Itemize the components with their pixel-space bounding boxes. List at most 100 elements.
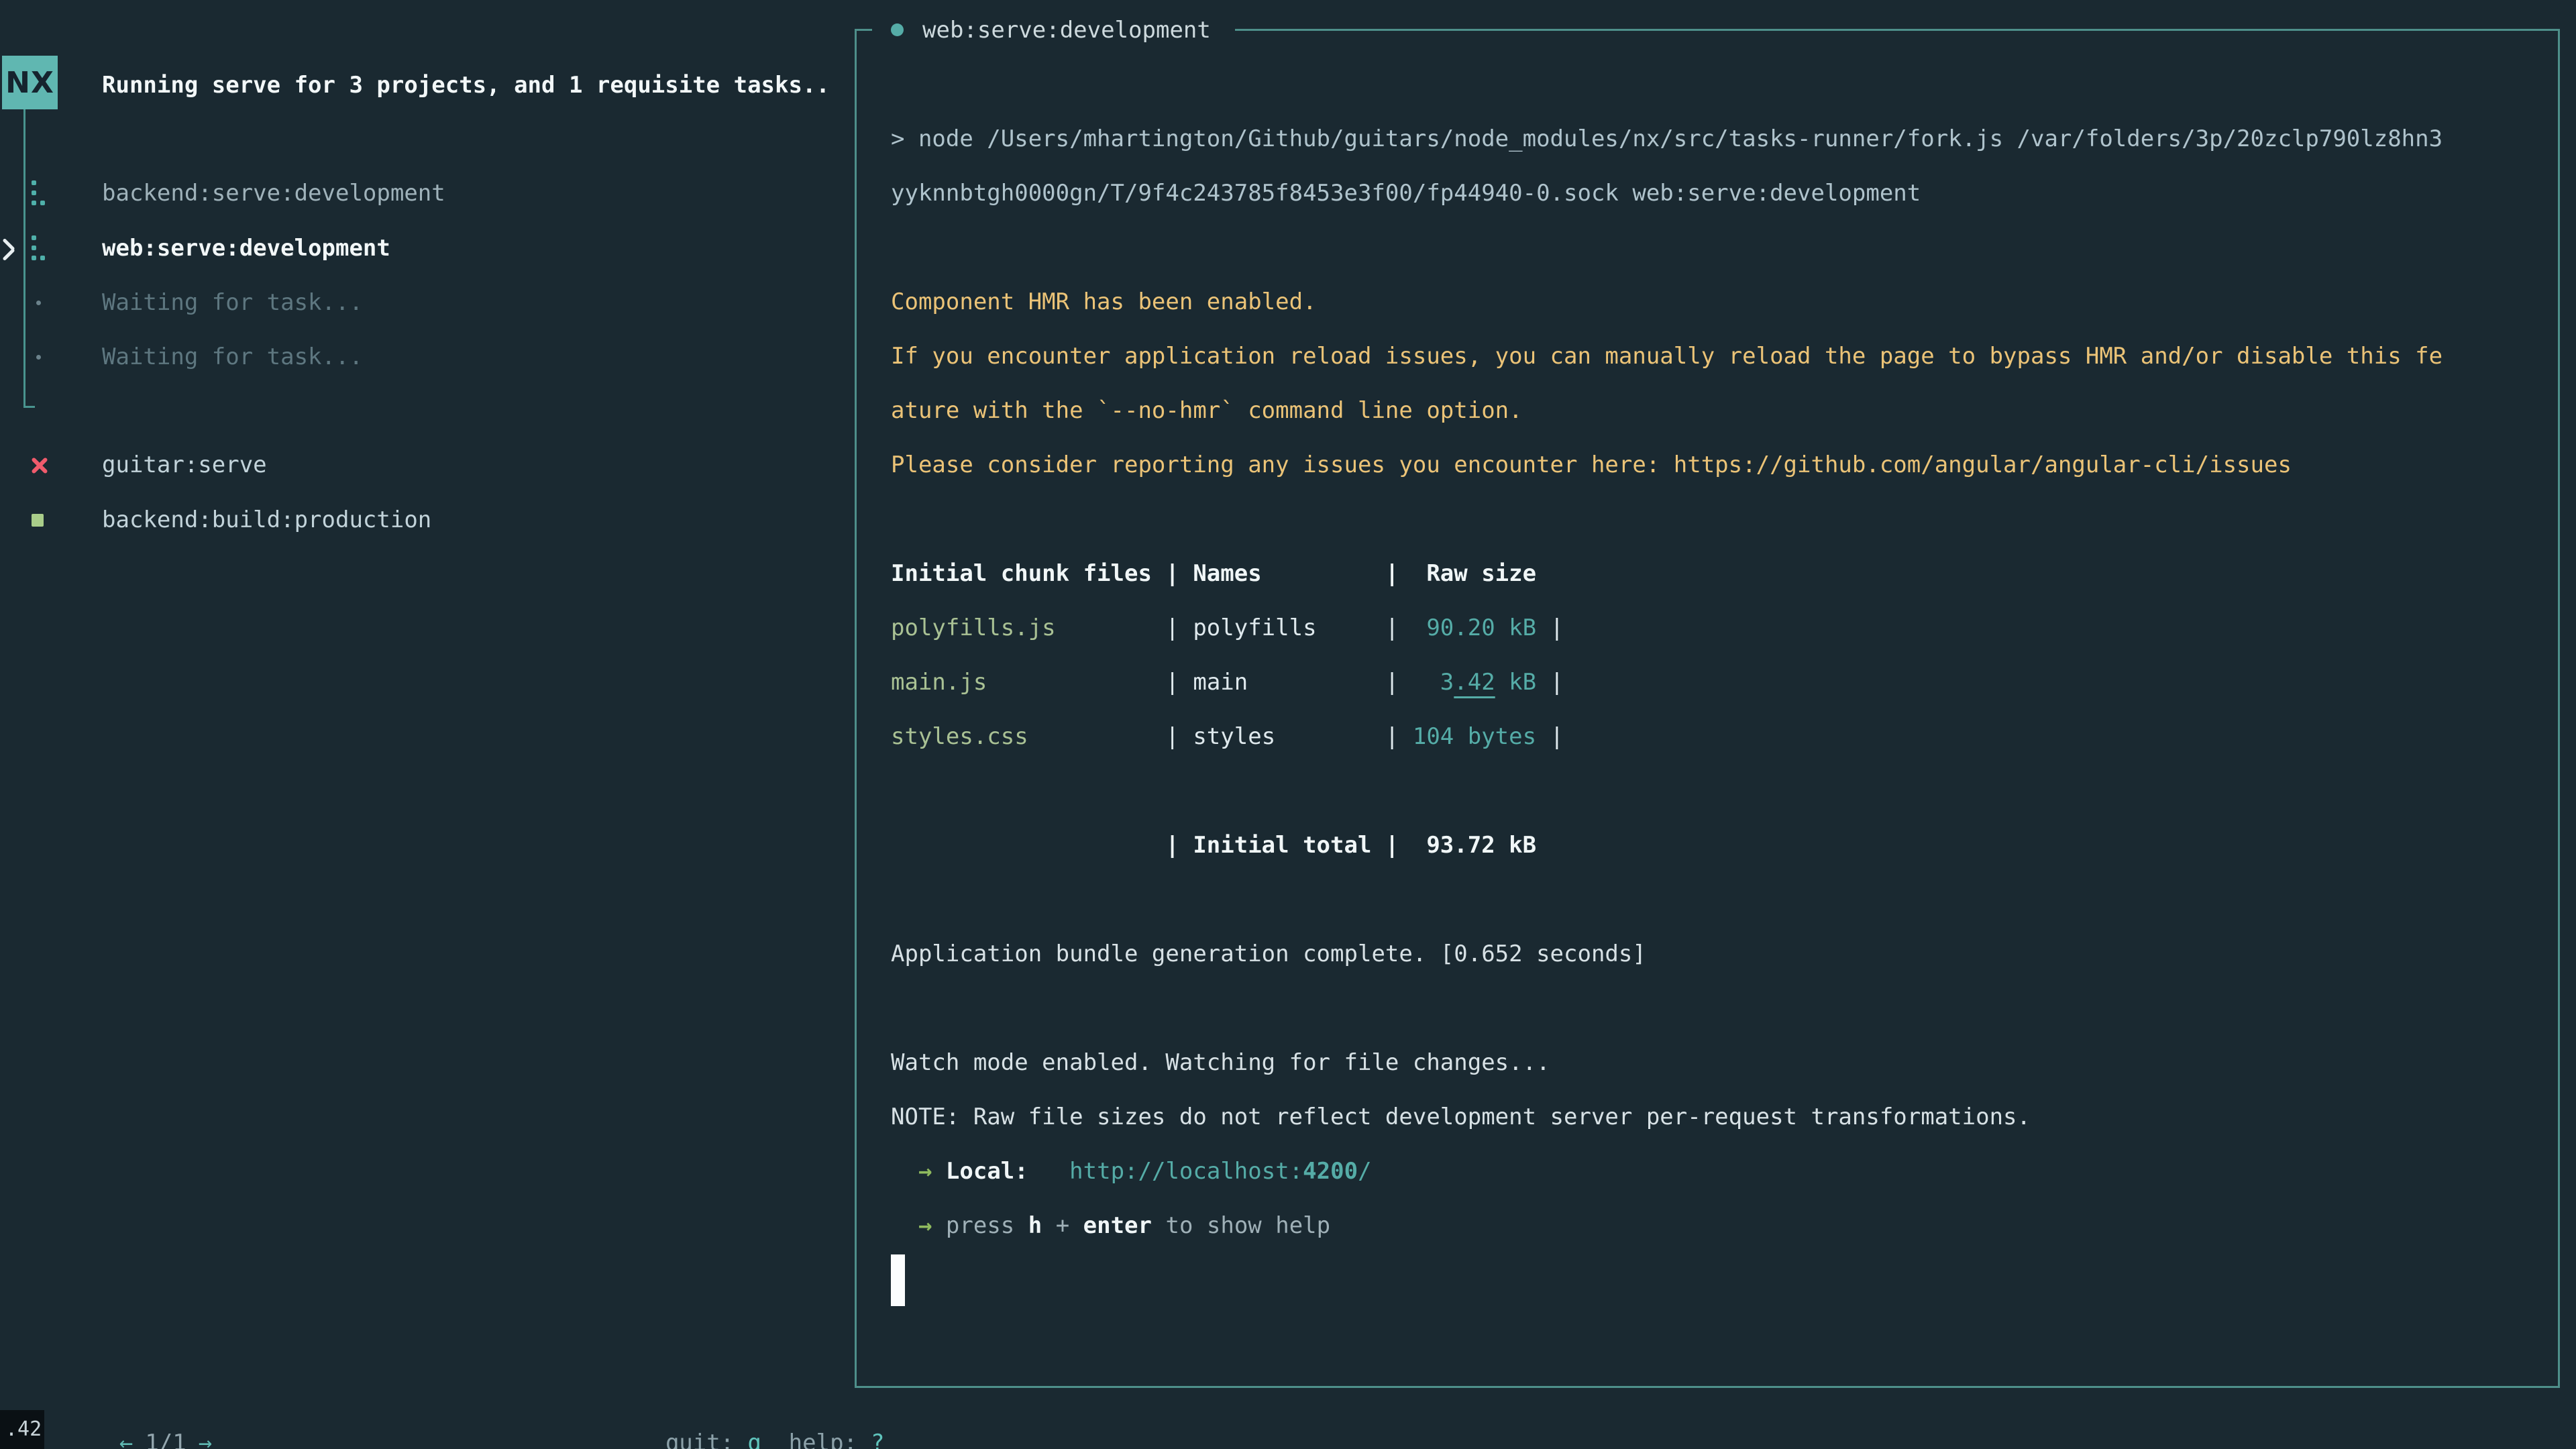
terminal-text: Initial chunk files | Names | Raw size — [891, 560, 1536, 587]
terminal-text: kB — [1495, 669, 1536, 696]
failed-x-icon — [30, 456, 49, 475]
terminal-line: ature with the `--no-hmr` command line o… — [891, 384, 2443, 438]
terminal-text: to show help — [1152, 1212, 1330, 1239]
nx-logo-text: NX — [5, 66, 54, 100]
running-dot-icon — [891, 23, 904, 36]
terminal-line: polyfills.js | polyfills | 90.20 kB | — [891, 601, 2443, 655]
terminal-line: styles.css | styles | 104 bytes | — [891, 710, 2443, 764]
terminal-line: Watch mode enabled. Watching for file ch… — [891, 1036, 2443, 1090]
task-item-guitar-serve[interactable]: guitar:serve — [0, 438, 852, 492]
link-preview-tooltip: .42 — [0, 1410, 44, 1449]
terminal-text: NOTE: Raw file sizes do not reflect deve… — [891, 1104, 2031, 1130]
local-url-link[interactable]: http://localhost: — [1069, 1158, 1303, 1185]
success-square-icon — [32, 514, 44, 527]
local-url-port[interactable]: 4200 — [1303, 1158, 1358, 1185]
terminal-line: Please consider reporting any issues you… — [891, 438, 2443, 492]
spinner-icon — [32, 180, 46, 206]
quit-key: q — [747, 1430, 761, 1449]
terminal-text: > node /Users/mhartington/Github/guitars… — [891, 125, 2443, 152]
terminal-line: > node /Users/mhartington/Github/guitars… — [891, 112, 2443, 166]
pager-next-arrow-icon[interactable]: → — [199, 1430, 212, 1449]
spinner-icon — [32, 235, 46, 261]
help-key: ? — [871, 1430, 884, 1449]
task-label: Waiting for task... — [102, 276, 363, 330]
terminal-text: enter — [1083, 1212, 1152, 1239]
terminal-line: | Initial total | 93.72 kB — [891, 818, 2443, 873]
terminal-text: | main | — [987, 669, 1413, 696]
terminal-line: → press h + enter to show help — [891, 1199, 2443, 1253]
task-label: backend:build:production — [102, 493, 431, 547]
terminal-text: 90.20 kB — [1413, 614, 1536, 641]
terminal-text: Local: — [946, 1158, 1028, 1185]
terminal-text: ature with the `--no-hmr` command line o… — [891, 397, 1523, 424]
terminal-line — [891, 221, 2443, 275]
terminal-text: .42 — [1454, 669, 1495, 696]
local-url-slash[interactable]: / — [1358, 1158, 1371, 1185]
keyboard-hints: quit:qhelp:? — [583, 1362, 885, 1416]
border-stub — [855, 29, 872, 31]
terminal-text: | — [1536, 614, 1564, 641]
terminal-text: 104 bytes — [1413, 723, 1536, 750]
task-item-backend-build[interactable]: backend:build:production — [0, 493, 852, 547]
task-item-waiting-1[interactable]: Waiting for task... — [0, 276, 852, 330]
terminal-line: yyknnbtgh0000gn/T/9f4c243785f8453e3f00/f… — [891, 166, 2443, 221]
terminal-text: | — [1536, 723, 1564, 750]
terminal-text: | polyfills | — [1056, 614, 1413, 641]
terminal-text: | Initial total | 93.72 kB — [891, 832, 1536, 859]
pager-current: 1/1 — [145, 1430, 186, 1449]
terminal-line — [891, 492, 2443, 547]
task-item-web-serve[interactable]: web:serve:development — [0, 221, 852, 276]
sidebar-title: Running serve for 3 projects, and 1 requ… — [102, 58, 830, 113]
task-item-waiting-2[interactable]: Waiting for task... — [0, 330, 852, 384]
terminal-text: press — [932, 1212, 1028, 1239]
terminal-text: + — [1042, 1212, 1083, 1239]
help-arrow-icon: → — [918, 1212, 932, 1239]
terminal-line: If you encounter application reload issu… — [891, 329, 2443, 384]
waiting-dot-icon — [36, 355, 41, 360]
terminal-text: main.js — [891, 669, 987, 696]
terminal-line: Component HMR has been enabled. — [891, 275, 2443, 329]
terminal-line: NOTE: Raw file sizes do not reflect deve… — [891, 1090, 2443, 1144]
task-label: Waiting for task... — [102, 330, 363, 384]
panel-title-bar: web:serve:development — [855, 3, 2560, 57]
local-arrow-icon: → — [918, 1158, 932, 1185]
terminal-text: Component HMR has been enabled. — [891, 288, 1317, 315]
border-line — [1235, 29, 2560, 31]
terminal-text: If you encounter application reload issu… — [891, 343, 2443, 370]
terminal-line: main.js | main | 3.42 kB | — [891, 655, 2443, 710]
terminal-text — [932, 1158, 945, 1185]
terminal-line: Initial chunk files | Names | Raw size — [891, 547, 2443, 601]
terminal-text: | — [1536, 669, 1564, 696]
terminal-text: yyknnbtgh0000gn/T/9f4c243785f8453e3f00/f… — [891, 180, 1921, 207]
task-label: guitar:serve — [102, 438, 267, 492]
terminal-text: Watch mode enabled. Watching for file ch… — [891, 1049, 1550, 1076]
terminal-line: Application bundle generation complete. … — [891, 927, 2443, 981]
terminal-line: → Local: http://localhost:4200/ — [891, 1144, 2443, 1199]
quit-hint-label: quit: — [665, 1430, 734, 1449]
waiting-dot-icon — [36, 301, 41, 305]
terminal-line — [891, 981, 2443, 1036]
cursor — [891, 1254, 905, 1306]
terminal-text: styles.css — [891, 723, 1028, 750]
task-label-selected: web:serve:development — [102, 221, 390, 276]
terminal-text — [891, 1212, 918, 1239]
terminal-output: > node /Users/mhartington/Github/guitars… — [891, 112, 2443, 1307]
panel-title: web:serve:development — [922, 17, 1211, 44]
selection-pointer-icon — [0, 235, 17, 264]
pager: ←1/1→ — [37, 1362, 212, 1416]
task-output-panel: web:serve:development > node /Users/mhar… — [855, 29, 2560, 1388]
terminal-text: h — [1028, 1212, 1042, 1239]
help-hint-label: help: — [789, 1430, 857, 1449]
terminal-text: Application bundle generation complete. … — [891, 941, 1646, 967]
task-item-backend-serve[interactable]: backend:serve:development — [0, 166, 852, 221]
terminal-text — [1028, 1158, 1069, 1185]
nx-logo: NX — [2, 56, 58, 109]
terminal-line — [891, 1253, 2443, 1307]
terminal-line — [891, 873, 2443, 927]
terminal-text — [891, 1158, 918, 1185]
terminal-text: 3 — [1413, 669, 1454, 696]
pager-prev-arrow-icon[interactable]: ← — [119, 1430, 133, 1449]
terminal-text: Please consider reporting any issues you… — [891, 451, 2292, 478]
task-tree-corner — [23, 406, 35, 408]
terminal-line — [891, 764, 2443, 818]
